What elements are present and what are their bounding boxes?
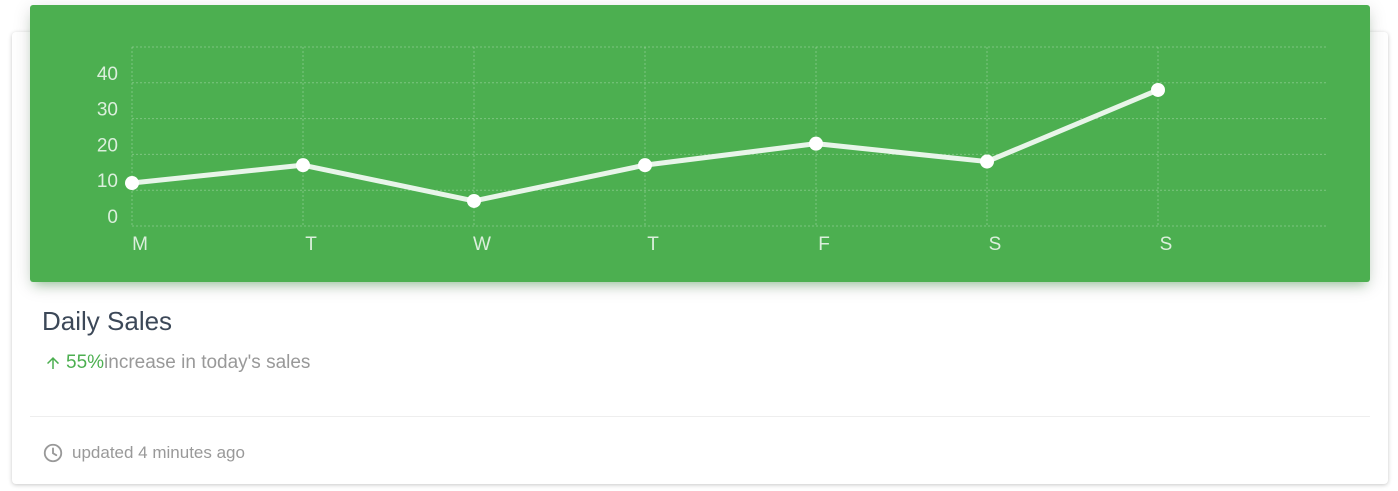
data-point <box>809 136 823 151</box>
y-tick-label: 40 <box>97 64 118 85</box>
y-tick-label: 10 <box>97 171 118 192</box>
chart-header: 0 10 20 30 40 M T W T F S S <box>30 5 1370 282</box>
y-tick-label: 20 <box>97 135 118 156</box>
card-footer-stats: updated 4 minutes ago <box>42 442 245 464</box>
x-tick-label: T <box>647 234 659 255</box>
x-tick-label: F <box>818 234 830 255</box>
x-tick-label: W <box>473 234 491 255</box>
increase-description: increase in today's sales <box>104 352 311 373</box>
increase-percent-value: 55% <box>66 352 105 373</box>
daily-sales-chart: 0 10 20 30 40 M T W T F S S <box>97 46 1328 255</box>
access-time-icon <box>43 443 63 463</box>
increase-percent: 55% <box>44 352 104 374</box>
data-point <box>638 158 652 173</box>
data-point <box>125 176 139 191</box>
card-footer-divider <box>30 416 1370 417</box>
data-point <box>467 193 481 208</box>
arrow-upward-icon <box>47 357 59 369</box>
last-updated-text: updated 4 minutes ago <box>72 443 245 462</box>
data-point <box>1151 82 1165 97</box>
x-tick-label: S <box>1160 234 1173 255</box>
x-tick-label: M <box>132 234 148 255</box>
x-tick-label: T <box>305 234 317 255</box>
y-tick-label: 30 <box>97 100 118 121</box>
data-point <box>296 158 310 173</box>
data-point <box>980 154 994 169</box>
card-category: 55% increase in today's sales <box>44 352 310 374</box>
card-title: Daily Sales <box>42 306 173 336</box>
y-tick-label: 0 <box>107 207 118 228</box>
x-tick-label: S <box>989 234 1002 255</box>
